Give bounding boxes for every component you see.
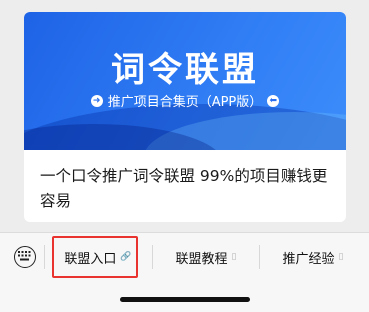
banner-title: 词令联盟 (111, 50, 259, 90)
arrow-left-icon: ⬅ (267, 94, 280, 107)
banner-subtitle: 推广项目合集页（APP版） (107, 95, 263, 110)
chat-page: 词令联盟 ➜ 推广项目合集页（APP版） ⬅ 一个口令推广词令联盟 99%的项目… (0, 0, 369, 312)
menu-item-label: 推广经验 (282, 251, 335, 267)
highlight-box (52, 236, 138, 278)
menu-item-promotion-experience[interactable]: 推广经验 ▯ (263, 233, 363, 281)
menu-divider (259, 245, 260, 269)
article-card[interactable]: 词令联盟 ➜ 推广项目合集页（APP版） ⬅ 一个口令推广词令联盟 99%的项目… (24, 12, 346, 222)
article-icon: ▯ (231, 252, 237, 262)
home-indicator (120, 297, 250, 302)
menu-item-alliance-tutorial[interactable]: 联盟教程 ▯ (156, 233, 256, 281)
article-caption: 一个口令推广词令联盟 99%的项目赚钱更容易 (40, 167, 328, 210)
article-banner: 词令联盟 ➜ 推广项目合集页（APP版） ⬅ (24, 12, 346, 150)
menu-divider (44, 245, 45, 269)
menu-item-label: 联盟教程 (175, 251, 228, 267)
banner-subtitle-row: ➜ 推广项目合集页（APP版） ⬅ (24, 91, 346, 110)
menu-divider (152, 245, 153, 269)
keyboard-icon[interactable] (14, 246, 36, 268)
arrow-right-icon: ➜ (90, 94, 103, 107)
article-icon: ▯ (338, 252, 344, 262)
